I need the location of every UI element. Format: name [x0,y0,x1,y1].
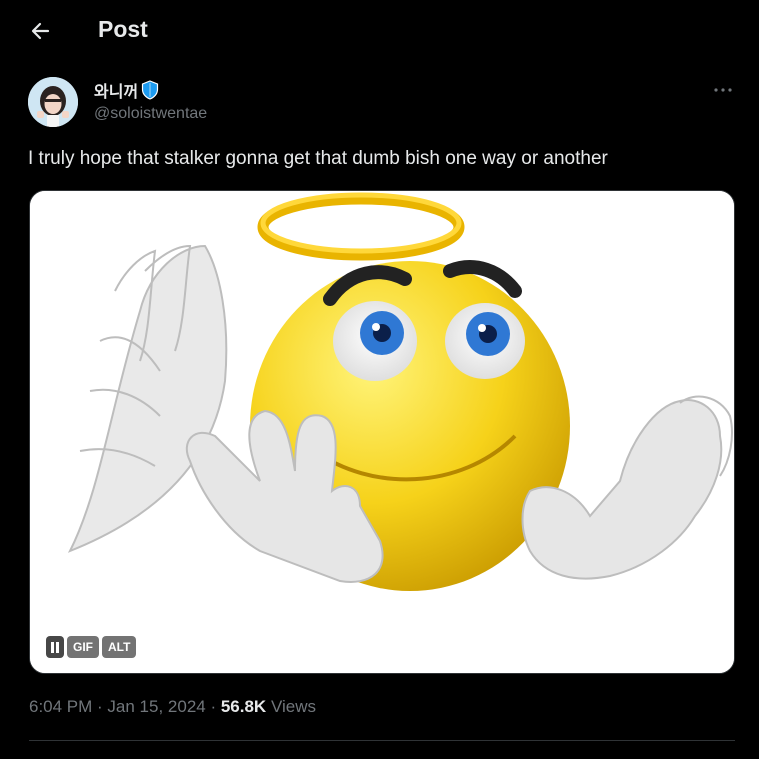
tweet-text: I truly hope that stalker gonna get that… [28,148,608,169]
gif-media[interactable]: GIF ALT [29,190,735,674]
post-metadata: 6:04 PM · Jan 15, 2024 · 56.8K Views [29,697,316,717]
pause-icon [51,641,54,653]
page-title: Post [98,16,148,42]
author-name-row[interactable]: 와니꺼 [94,78,159,102]
top-bar: Post [0,0,759,58]
avatar-image [28,77,78,127]
more-dots-icon [714,88,732,92]
post-time[interactable]: 6:04 PM [29,697,92,716]
views-label: Views [266,697,316,716]
post-date[interactable]: Jan 15, 2024 [107,697,205,716]
gif-badge: GIF [67,636,99,658]
pause-button[interactable] [46,636,64,658]
blue-shield-icon [141,80,159,100]
avatar[interactable] [28,77,78,127]
back-button[interactable] [24,14,58,48]
author-handle[interactable]: @soloistwentae [94,105,207,123]
views-count[interactable]: 56.8K [221,697,266,716]
alt-text-button[interactable]: ALT [102,636,137,658]
display-name[interactable]: 와니꺼 [94,78,138,102]
meta-separator: · [92,697,108,716]
media-controls: GIF ALT [46,636,137,658]
angel-emoji-image [30,191,734,673]
divider [29,740,735,741]
back-arrow-icon [31,22,50,40]
more-options-button[interactable] [710,80,738,100]
meta-separator: · [205,697,221,716]
